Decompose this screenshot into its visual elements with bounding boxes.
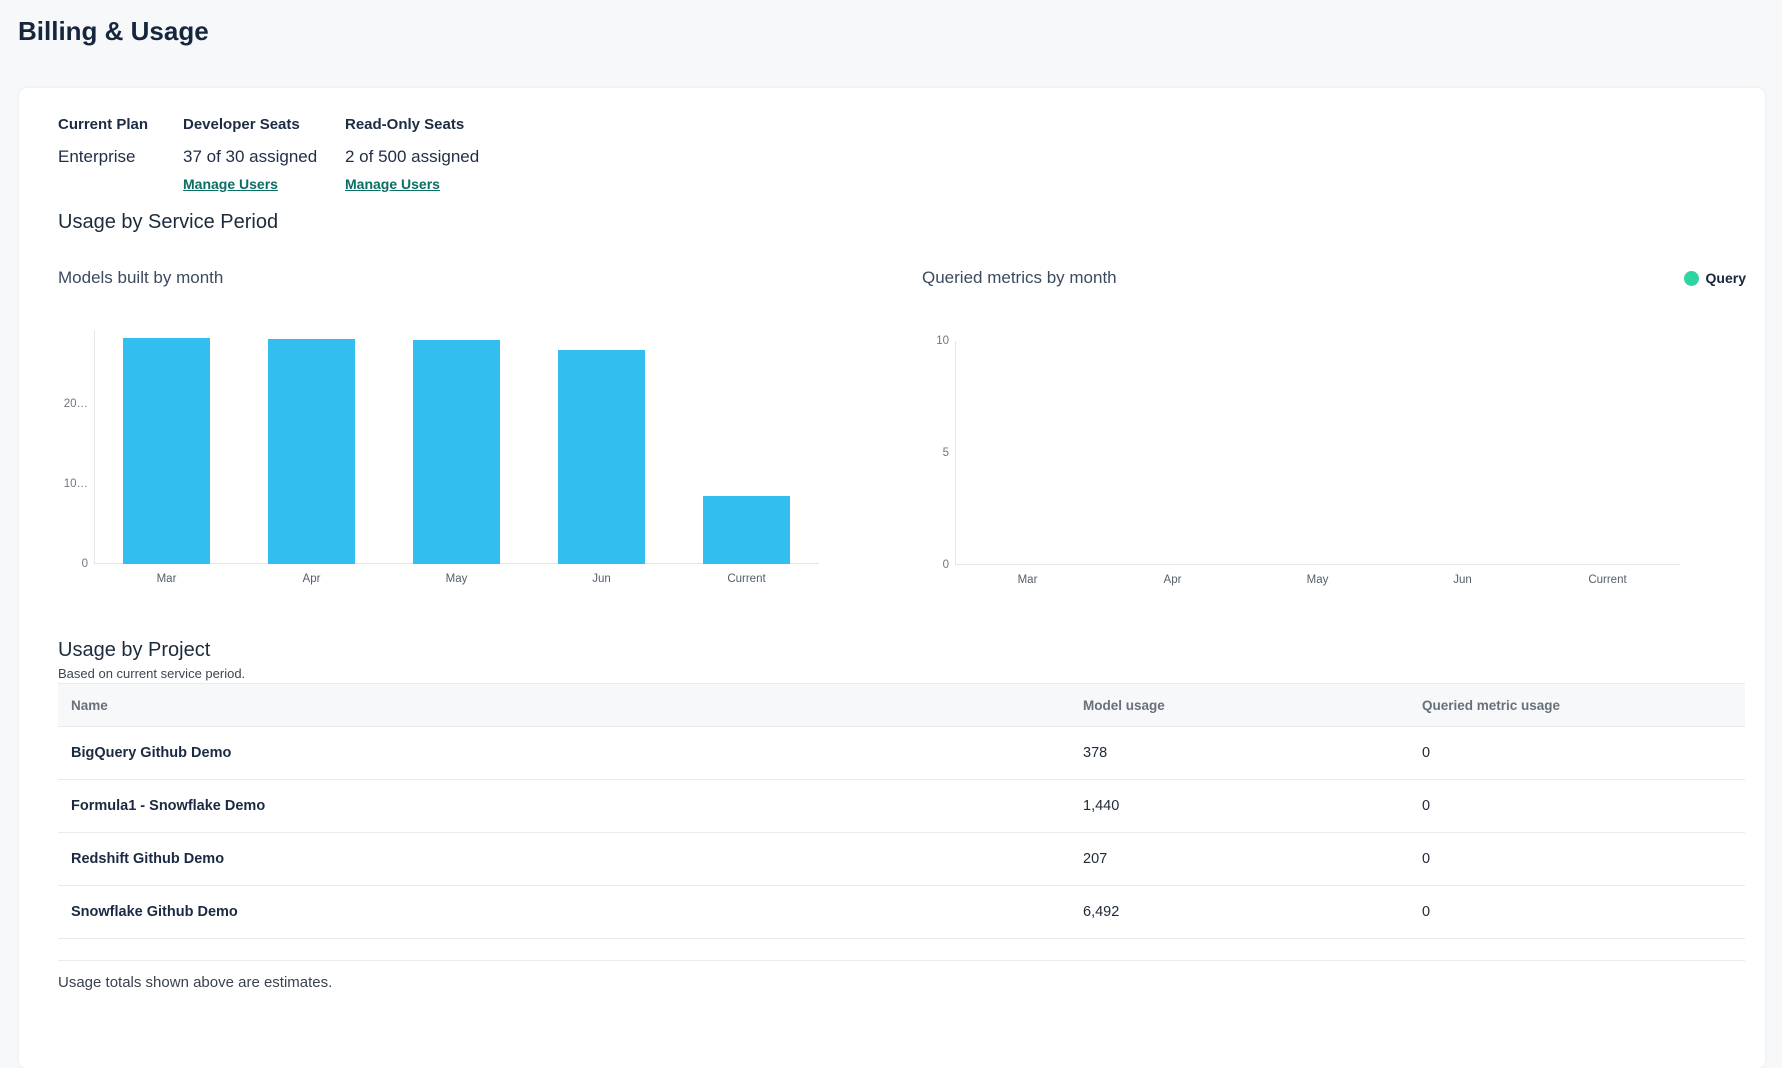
table-row: Formula1 - Snowflake Demo 1,440 0 bbox=[58, 780, 1745, 833]
chart-legend: Query bbox=[1684, 268, 1746, 288]
usage-estimates-note: Usage totals shown above are estimates. bbox=[58, 974, 332, 991]
y-axis-tick-label: 10 bbox=[913, 333, 949, 349]
bar-apr bbox=[268, 339, 355, 564]
usage-by-project-heading: Usage by Project bbox=[58, 639, 210, 662]
table-row: BigQuery Github Demo 378 0 bbox=[58, 727, 1745, 780]
queried-metric-usage-value: 0 bbox=[1422, 798, 1745, 814]
developer-seats-label: Developer Seats bbox=[183, 116, 345, 133]
y-axis-tick-label: 0 bbox=[52, 556, 88, 572]
models-built-chart: Models built by month 010…20…MarAprMayJu… bbox=[58, 268, 870, 598]
legend-query-label: Query bbox=[1706, 270, 1746, 286]
y-axis-tick-label: 0 bbox=[913, 557, 949, 573]
usage-by-service-period-heading: Usage by Service Period bbox=[58, 211, 278, 234]
developer-seats-column: Developer Seats 37 of 30 assigned Manage… bbox=[183, 116, 345, 194]
queried-metric-usage-value: 0 bbox=[1422, 745, 1745, 761]
column-header-name: Name bbox=[58, 698, 1083, 713]
project-name: BigQuery Github Demo bbox=[58, 745, 1083, 761]
model-usage-value: 6,492 bbox=[1083, 904, 1422, 920]
current-plan-column: Current Plan Enterprise bbox=[58, 116, 183, 194]
usage-by-project-subtitle: Based on current service period. bbox=[58, 666, 245, 681]
developer-seats-value: 37 of 30 assigned bbox=[183, 147, 345, 167]
manage-users-link-readonly[interactable]: Manage Users bbox=[345, 176, 440, 192]
queried-metrics-chart-title: Queried metrics by month bbox=[922, 268, 1746, 288]
y-axis-tick-label: 20… bbox=[52, 396, 88, 412]
model-usage-value: 1,440 bbox=[1083, 798, 1422, 814]
x-axis-tick-label: Jun bbox=[1418, 572, 1508, 588]
column-header-queried-metric-usage: Queried metric usage bbox=[1422, 698, 1745, 713]
legend-query-dot bbox=[1684, 271, 1699, 286]
x-axis-tick-label: Current bbox=[702, 571, 792, 587]
x-axis-tick-label: Apr bbox=[267, 571, 357, 587]
model-usage-value: 207 bbox=[1083, 851, 1422, 867]
readonly-seats-column: Read-Only Seats 2 of 500 assigned Manage… bbox=[345, 116, 479, 194]
x-axis-tick-label: Current bbox=[1563, 572, 1653, 588]
y-axis-tick-label: 10… bbox=[52, 476, 88, 492]
bar-mar bbox=[123, 338, 210, 564]
column-header-model-usage: Model usage bbox=[1083, 698, 1422, 713]
project-name: Formula1 - Snowflake Demo bbox=[58, 798, 1083, 814]
page-title: Billing & Usage bbox=[18, 16, 209, 47]
x-axis-tick-label: May bbox=[1273, 572, 1363, 588]
models-built-chart-title: Models built by month bbox=[58, 268, 870, 288]
queried-metrics-chart: Queried metrics by month Query 0510MarAp… bbox=[922, 268, 1746, 598]
project-name: Snowflake Github Demo bbox=[58, 904, 1083, 920]
bar-current bbox=[703, 496, 790, 564]
footer-divider bbox=[58, 960, 1745, 961]
table-row: Redshift Github Demo 207 0 bbox=[58, 833, 1745, 886]
billing-card: Current Plan Enterprise Developer Seats … bbox=[19, 88, 1765, 1068]
queried-metric-usage-value: 0 bbox=[1422, 904, 1745, 920]
queried-metric-usage-value: 0 bbox=[1422, 851, 1745, 867]
table-header-row: Name Model usage Queried metric usage bbox=[58, 683, 1745, 727]
x-axis-tick-label: Mar bbox=[983, 572, 1073, 588]
plan-summary-row: Current Plan Enterprise Developer Seats … bbox=[58, 116, 479, 194]
readonly-seats-value: 2 of 500 assigned bbox=[345, 147, 479, 167]
readonly-seats-label: Read-Only Seats bbox=[345, 116, 479, 133]
model-usage-value: 378 bbox=[1083, 745, 1422, 761]
bar-jun bbox=[558, 350, 645, 564]
x-axis-tick-label: Apr bbox=[1128, 572, 1218, 588]
usage-by-project-table: Name Model usage Queried metric usage Bi… bbox=[58, 683, 1745, 939]
queried-metrics-plot-area bbox=[955, 341, 1680, 565]
x-axis-tick-label: Jun bbox=[557, 571, 647, 587]
x-axis-tick-label: May bbox=[412, 571, 502, 587]
current-plan-value: Enterprise bbox=[58, 147, 183, 167]
manage-users-link-developer[interactable]: Manage Users bbox=[183, 176, 278, 192]
bar-may bbox=[413, 340, 500, 564]
current-plan-label: Current Plan bbox=[58, 116, 183, 133]
table-row: Snowflake Github Demo 6,492 0 bbox=[58, 886, 1745, 939]
x-axis-tick-label: Mar bbox=[122, 571, 212, 587]
project-name: Redshift Github Demo bbox=[58, 851, 1083, 867]
y-axis-tick-label: 5 bbox=[913, 445, 949, 461]
